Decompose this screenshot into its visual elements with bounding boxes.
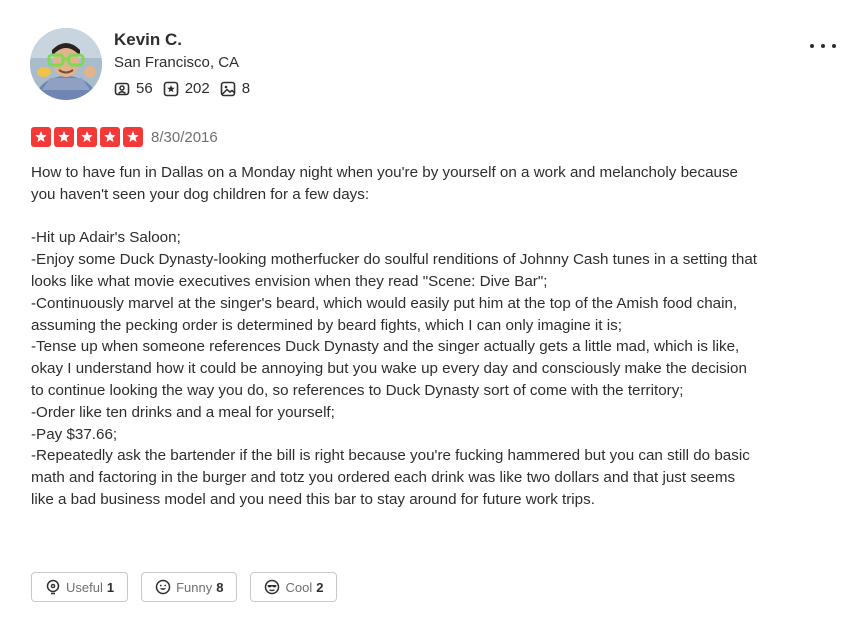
review-paragraph: How to have fun in Dallas on a Monday ni… [31, 164, 738, 203]
user-stats: 56 202 8 [114, 80, 260, 97]
review-paragraph: -Tense up when someone references Duck D… [31, 338, 747, 399]
review-paragraph: -Hit up Adair's Saloon; [31, 229, 181, 247]
star-icon [54, 127, 74, 147]
more-dot [832, 44, 836, 48]
review-blank-line [31, 206, 761, 228]
smile-icon [155, 579, 171, 595]
friends-icon [114, 82, 130, 95]
friends-count: 56 [136, 80, 153, 97]
user-location: San Francisco, CA [114, 54, 240, 71]
cool-label: Cool [285, 579, 313, 595]
review-paragraph: -Enjoy some Duck Dynasty-looking motherf… [31, 251, 757, 290]
reviews-count: 202 [184, 80, 210, 97]
funny-button[interactable]: Funny 8 [141, 572, 238, 602]
more-options-icon[interactable] [810, 36, 836, 56]
funny-count: 8 [216, 579, 224, 595]
star-rating: 8/30/2016 [31, 127, 218, 147]
lightbulb-icon [46, 579, 60, 595]
reviews-stat: 202 [163, 80, 210, 97]
review-text: How to have fun in Dallas on a Monday ni… [31, 162, 761, 511]
useful-button[interactable]: Useful 1 [31, 572, 129, 602]
star-icon [123, 127, 143, 147]
review-paragraph: -Repeatedly ask the bartender if the bil… [31, 447, 750, 508]
funny-label: Funny [176, 579, 213, 595]
review-paragraph: -Continuously marvel at the singer's bea… [31, 294, 738, 334]
review-date: 8/30/2016 [151, 128, 218, 146]
user-avatar[interactable] [30, 28, 102, 100]
sunglasses-face-icon [265, 579, 280, 595]
photos-stat: 8 [220, 80, 250, 97]
review-paragraph: -Pay $37.66; [31, 425, 118, 443]
user-name[interactable]: Kevin C. [114, 30, 182, 50]
useful-count: 1 [106, 579, 115, 595]
photo-icon [220, 81, 236, 96]
star-icon [31, 127, 51, 147]
more-dot [821, 44, 825, 48]
cool-count: 2 [316, 579, 324, 595]
more-dot [810, 44, 814, 48]
star-icon [100, 127, 120, 147]
review-star-icon [163, 81, 178, 96]
photos-count: 8 [241, 80, 251, 97]
review-paragraph: -Order like ten drinks and a meal for yo… [31, 403, 335, 421]
reaction-buttons: Useful 1 Funny 8 Cool 2 [31, 572, 350, 602]
cool-button[interactable]: Cool 2 [250, 572, 338, 602]
star-icon [77, 127, 97, 147]
useful-label: Useful [66, 579, 103, 595]
friends-stat: 56 [114, 80, 153, 97]
